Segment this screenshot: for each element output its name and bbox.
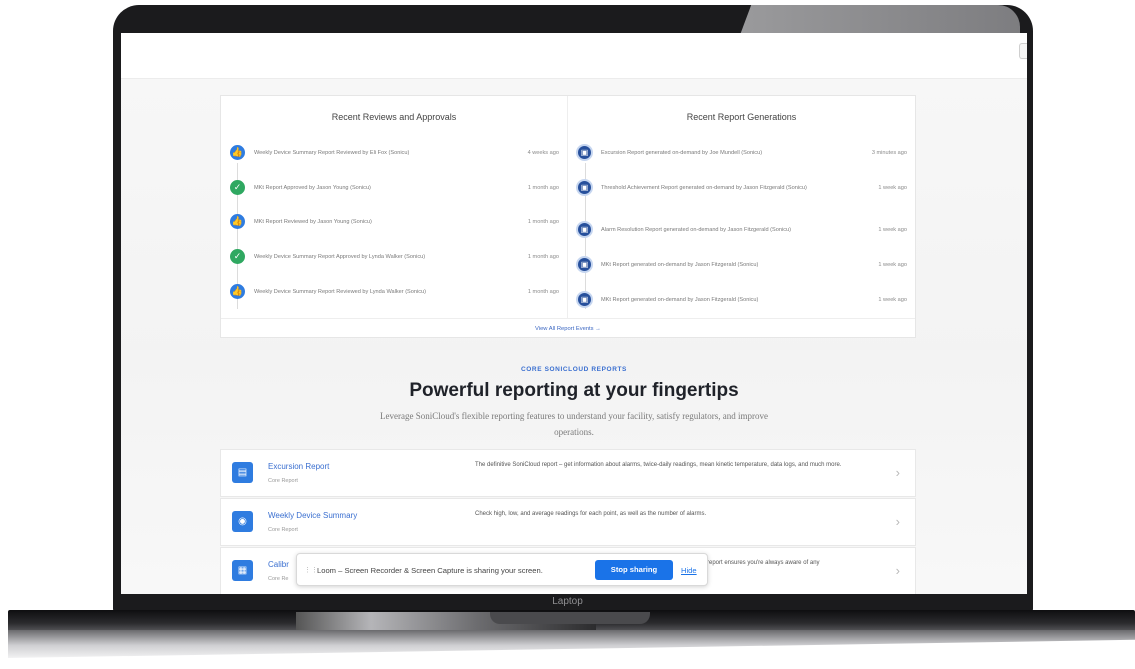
top-bar — [121, 33, 1027, 79]
review-item-time: 4 weeks ago — [527, 150, 559, 156]
reviews-column: Recent Reviews and Approvals 👍 Weekly De… — [221, 96, 568, 318]
report-card-title[interactable]: Excursion Report — [268, 462, 329, 471]
generations-column: Recent Report Generations ▣ Excursion Re… — [568, 96, 915, 318]
report-icon: ▣ — [576, 291, 593, 308]
report-icon: ▣ — [576, 144, 593, 161]
recent-activity-panel: Recent Reviews and Approvals 👍 Weekly De… — [220, 95, 916, 338]
section-eyebrow: CORE SONICLOUD REPORTS — [520, 366, 627, 373]
generation-item-time: 1 week ago — [878, 262, 907, 268]
generation-item-time: 1 week ago — [878, 185, 907, 191]
review-item-text: MKt Report Approved by Jason Young (Soni… — [254, 185, 371, 191]
screen-share-message: Loom – Screen Recorder & Screen Capture … — [317, 566, 543, 575]
generation-item-time: 1 week ago — [878, 227, 907, 233]
check-icon: ✓ — [230, 249, 245, 264]
view-all-report-events-link[interactable]: View All Report Events → — [221, 318, 915, 338]
drag-handle-icon[interactable]: ⋮⋮ — [304, 566, 318, 574]
clipboard-icon: ▤ — [232, 462, 253, 483]
device-label: Laptop — [552, 596, 583, 607]
stage: Recent Reviews and Approvals 👍 Weekly De… — [0, 0, 1135, 669]
screen-share-notification: ⋮⋮ Loom – Screen Recorder & Screen Captu… — [296, 553, 708, 586]
laptop-screen: Recent Reviews and Approvals 👍 Weekly De… — [121, 33, 1027, 594]
report-card-subtitle: Core Report — [268, 478, 298, 484]
chevron-right-icon: › — [895, 563, 900, 578]
stop-sharing-button[interactable]: Stop sharing — [595, 560, 673, 580]
thumbs-up-icon: 👍 — [230, 145, 245, 160]
report-icon: ▣ — [576, 221, 593, 238]
report-card-subtitle: Core Report — [268, 527, 298, 533]
generation-item-text: MKt Report generated on-demand by Jason … — [601, 297, 759, 303]
review-item-time: 1 month ago — [527, 185, 559, 191]
report-card-description: The definitive SoniCloud report – get in… — [475, 462, 842, 468]
review-item-text: Weekly Device Summary Report Reviewed by… — [254, 289, 427, 295]
generations-title: Recent Report Generations — [686, 112, 797, 122]
generation-item-text: MKt Report generated on-demand by Jason … — [601, 262, 759, 268]
topbar-edge-button[interactable] — [1019, 43, 1027, 59]
reviews-title: Recent Reviews and Approvals — [331, 112, 457, 122]
review-item-text: MKt Report Reviewed by Jason Young (Soni… — [254, 219, 372, 225]
generation-item-time: 3 minutes ago — [871, 150, 907, 156]
chevron-right-icon: › — [895, 465, 900, 480]
chevron-right-icon: › — [895, 514, 900, 529]
section-subheading: Leverage SoniCloud's flexible reporting … — [380, 411, 768, 437]
report-card-description: Check high, low, and average readings fo… — [475, 511, 707, 517]
generation-item-text: Alarm Resolution Report generated on-dem… — [601, 227, 791, 233]
report-card-title[interactable]: Weekly Device Summary — [268, 511, 357, 520]
review-item-time: 1 month ago — [527, 219, 559, 225]
review-item-text: Weekly Device Summary Report Reviewed by… — [254, 150, 410, 156]
report-icon: ▣ — [576, 179, 593, 196]
report-card-weekly-device-summary[interactable]: ◉ Weekly Device Summary Core Report Chec… — [220, 498, 916, 546]
thumbs-up-icon: 👍 — [230, 214, 245, 229]
review-item-time: 1 month ago — [527, 289, 559, 295]
report-card-excursion[interactable]: ▤ Excursion Report Core Report The defin… — [220, 449, 916, 497]
generation-item-time: 1 week ago — [878, 297, 907, 303]
check-icon: ✓ — [230, 180, 245, 195]
generation-item-text: Excursion Report generated on-demand by … — [601, 150, 763, 156]
device-icon: ◉ — [232, 511, 253, 532]
review-item-text: Weekly Device Summary Report Approved by… — [254, 254, 426, 260]
report-card-description: report ensures you're always aware of an… — [707, 560, 820, 566]
hide-button[interactable]: Hide — [681, 566, 697, 575]
review-item-time: 1 month ago — [527, 254, 559, 260]
report-card-title[interactable]: Calibr — [268, 560, 289, 569]
generation-item-text: Threshold Achievement Report generated o… — [601, 185, 807, 191]
section-headline: Powerful reporting at your fingertips — [409, 380, 739, 401]
calibration-icon: ▦ — [232, 560, 253, 581]
laptop-base-bottom — [8, 630, 1135, 658]
thumbs-up-icon: 👍 — [230, 284, 245, 299]
laptop-hinge-notch — [490, 612, 650, 624]
lid-glare — [740, 5, 1020, 35]
report-card-subtitle: Core Re — [268, 576, 289, 582]
report-icon: ▣ — [576, 256, 593, 273]
